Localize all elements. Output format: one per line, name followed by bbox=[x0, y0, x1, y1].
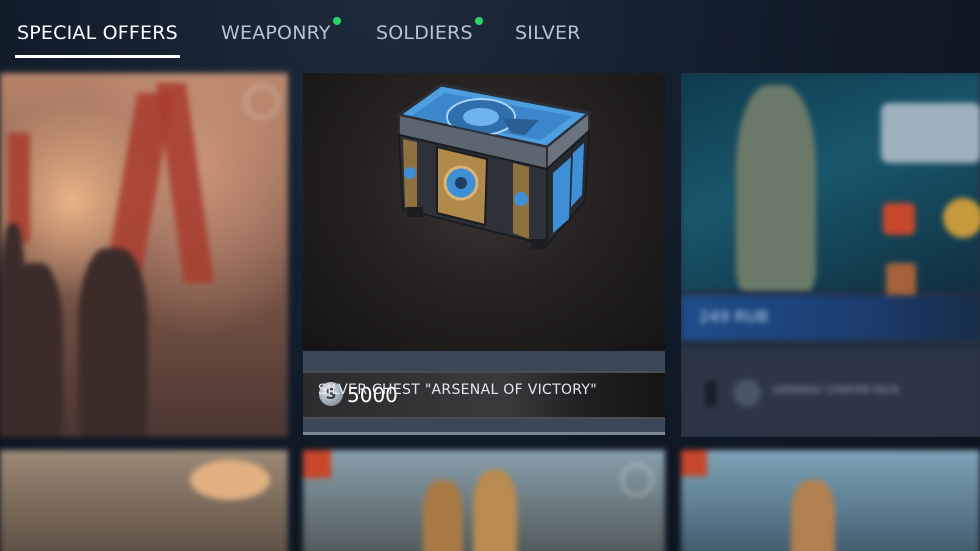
tab-soldiers[interactable]: SOLDIERS bbox=[376, 17, 483, 52]
offer-card-bottom-center[interactable] bbox=[303, 450, 665, 551]
offer-card-battle[interactable] bbox=[0, 73, 288, 437]
tab-label: SILVER bbox=[515, 22, 581, 44]
emblem-icon bbox=[881, 103, 980, 163]
flag-banner bbox=[155, 83, 215, 283]
active-tab-indicator bbox=[15, 55, 180, 58]
soldier-silhouette bbox=[423, 480, 463, 551]
soldier-silhouette bbox=[736, 85, 816, 291]
soldier-silhouette bbox=[473, 470, 517, 551]
info-icon bbox=[245, 85, 279, 119]
offer-card-bottom-left[interactable] bbox=[0, 450, 288, 551]
soldier-silhouette bbox=[791, 480, 835, 551]
tab-label: SPECIAL OFFERS bbox=[17, 22, 178, 44]
nation-icon bbox=[733, 379, 761, 407]
offer-card-starter-pack[interactable]: 249 RUB GERMANY STARTER PACK bbox=[681, 73, 980, 437]
soldier-silhouette bbox=[78, 248, 148, 437]
chest-icon bbox=[395, 83, 593, 249]
notification-dot-icon bbox=[332, 17, 341, 25]
medal-icon bbox=[943, 198, 980, 238]
store-tab-bar: SPECIAL OFFERS WEAPONRY SOLDIERS SILVER bbox=[0, 0, 980, 62]
tab-silver[interactable]: SILVER bbox=[515, 22, 581, 52]
tab-label: WEAPONRY bbox=[221, 22, 331, 44]
store-screen: SPECIAL OFFERS WEAPONRY SOLDIERS SILVER bbox=[0, 0, 980, 551]
tab-label: SOLDIERS bbox=[376, 22, 473, 44]
offer-card-bottom-right[interactable] bbox=[681, 450, 980, 551]
starter-pack-image bbox=[681, 73, 980, 303]
corner-badge bbox=[303, 450, 331, 478]
flag-icon bbox=[705, 381, 717, 407]
tab-special-offers[interactable]: SPECIAL OFFERS bbox=[15, 22, 180, 58]
chest-image bbox=[303, 73, 665, 351]
offer-title: SILVER CHEST "ARSENAL OF VICTORY" bbox=[318, 382, 597, 398]
tab-weaponry[interactable]: WEAPONRY bbox=[221, 17, 341, 52]
offer-card-silver-chest[interactable]: S 5000 SILVER CHEST "ARSENAL OF VICTORY" bbox=[303, 73, 665, 435]
medal-icon bbox=[883, 203, 915, 235]
offer-price: 249 RUB bbox=[699, 307, 769, 326]
corner-badge bbox=[681, 450, 707, 476]
card-bottom-divider bbox=[303, 432, 665, 435]
explosion-art bbox=[190, 460, 270, 500]
soldier-silhouette bbox=[0, 223, 26, 437]
offer-info-panel: GERMANY STARTER PACK bbox=[681, 351, 980, 437]
price-bar: 249 RUB bbox=[681, 295, 980, 340]
info-icon bbox=[621, 464, 653, 496]
notification-dot-icon bbox=[474, 17, 483, 25]
offer-title: GERMANY STARTER PACK bbox=[773, 385, 900, 396]
